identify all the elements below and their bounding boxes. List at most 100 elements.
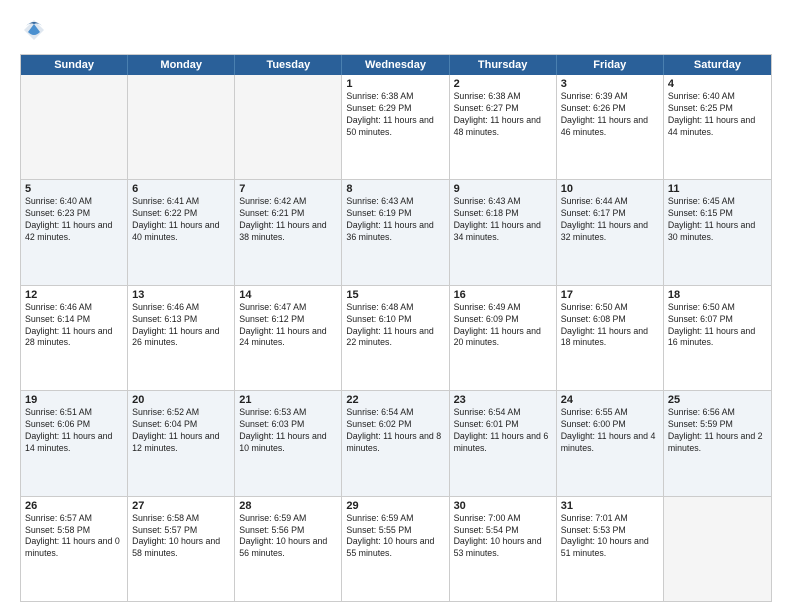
cell-info: Sunrise: 6:55 AM Sunset: 6:00 PM Dayligh… — [561, 407, 659, 455]
cell-info: Sunrise: 6:44 AM Sunset: 6:17 PM Dayligh… — [561, 196, 659, 244]
calendar-cell-28: 28Sunrise: 6:59 AM Sunset: 5:56 PM Dayli… — [235, 497, 342, 601]
calendar-row-0: 1Sunrise: 6:38 AM Sunset: 6:29 PM Daylig… — [21, 75, 771, 180]
header-day-friday: Friday — [557, 55, 664, 75]
day-number: 13 — [132, 289, 230, 301]
day-number: 12 — [25, 289, 123, 301]
calendar-cell-16: 16Sunrise: 6:49 AM Sunset: 6:09 PM Dayli… — [450, 286, 557, 390]
calendar-cell-23: 23Sunrise: 6:54 AM Sunset: 6:01 PM Dayli… — [450, 391, 557, 495]
day-number: 2 — [454, 78, 552, 90]
cell-info: Sunrise: 6:41 AM Sunset: 6:22 PM Dayligh… — [132, 196, 230, 244]
calendar-cell-25: 25Sunrise: 6:56 AM Sunset: 5:59 PM Dayli… — [664, 391, 771, 495]
calendar-cell-31: 31Sunrise: 7:01 AM Sunset: 5:53 PM Dayli… — [557, 497, 664, 601]
calendar-cell-14: 14Sunrise: 6:47 AM Sunset: 6:12 PM Dayli… — [235, 286, 342, 390]
day-number: 19 — [25, 394, 123, 406]
calendar-cell-9: 9Sunrise: 6:43 AM Sunset: 6:18 PM Daylig… — [450, 180, 557, 284]
calendar-cell-6: 6Sunrise: 6:41 AM Sunset: 6:22 PM Daylig… — [128, 180, 235, 284]
day-number: 7 — [239, 183, 337, 195]
calendar-cell-15: 15Sunrise: 6:48 AM Sunset: 6:10 PM Dayli… — [342, 286, 449, 390]
day-number: 8 — [346, 183, 444, 195]
cell-info: Sunrise: 6:51 AM Sunset: 6:06 PM Dayligh… — [25, 407, 123, 455]
calendar-header: SundayMondayTuesdayWednesdayThursdayFrid… — [21, 55, 771, 75]
cell-info: Sunrise: 6:42 AM Sunset: 6:21 PM Dayligh… — [239, 196, 337, 244]
day-number: 30 — [454, 500, 552, 512]
calendar-cell-empty-0-2 — [235, 75, 342, 179]
calendar-body: 1Sunrise: 6:38 AM Sunset: 6:29 PM Daylig… — [21, 75, 771, 601]
day-number: 23 — [454, 394, 552, 406]
calendar-cell-29: 29Sunrise: 6:59 AM Sunset: 5:55 PM Dayli… — [342, 497, 449, 601]
cell-info: Sunrise: 6:50 AM Sunset: 6:08 PM Dayligh… — [561, 302, 659, 350]
cell-info: Sunrise: 6:38 AM Sunset: 6:29 PM Dayligh… — [346, 91, 444, 139]
logo — [20, 16, 52, 44]
calendar-cell-13: 13Sunrise: 6:46 AM Sunset: 6:13 PM Dayli… — [128, 286, 235, 390]
calendar-cell-21: 21Sunrise: 6:53 AM Sunset: 6:03 PM Dayli… — [235, 391, 342, 495]
calendar-cell-empty-0-0 — [21, 75, 128, 179]
cell-info: Sunrise: 6:43 AM Sunset: 6:19 PM Dayligh… — [346, 196, 444, 244]
calendar-cell-empty-4-6 — [664, 497, 771, 601]
header-day-wednesday: Wednesday — [342, 55, 449, 75]
header-day-sunday: Sunday — [21, 55, 128, 75]
day-number: 26 — [25, 500, 123, 512]
calendar-row-4: 26Sunrise: 6:57 AM Sunset: 5:58 PM Dayli… — [21, 497, 771, 601]
calendar-row-1: 5Sunrise: 6:40 AM Sunset: 6:23 PM Daylig… — [21, 180, 771, 285]
day-number: 18 — [668, 289, 767, 301]
cell-info: Sunrise: 6:40 AM Sunset: 6:25 PM Dayligh… — [668, 91, 767, 139]
cell-info: Sunrise: 6:54 AM Sunset: 6:01 PM Dayligh… — [454, 407, 552, 455]
page-header — [20, 16, 772, 44]
day-number: 25 — [668, 394, 767, 406]
day-number: 28 — [239, 500, 337, 512]
day-number: 17 — [561, 289, 659, 301]
cell-info: Sunrise: 6:46 AM Sunset: 6:14 PM Dayligh… — [25, 302, 123, 350]
day-number: 4 — [668, 78, 767, 90]
calendar-cell-5: 5Sunrise: 6:40 AM Sunset: 6:23 PM Daylig… — [21, 180, 128, 284]
day-number: 1 — [346, 78, 444, 90]
header-day-thursday: Thursday — [450, 55, 557, 75]
calendar-cell-4: 4Sunrise: 6:40 AM Sunset: 6:25 PM Daylig… — [664, 75, 771, 179]
day-number: 24 — [561, 394, 659, 406]
calendar-cell-2: 2Sunrise: 6:38 AM Sunset: 6:27 PM Daylig… — [450, 75, 557, 179]
calendar-cell-empty-0-1 — [128, 75, 235, 179]
day-number: 21 — [239, 394, 337, 406]
cell-info: Sunrise: 6:43 AM Sunset: 6:18 PM Dayligh… — [454, 196, 552, 244]
calendar-cell-1: 1Sunrise: 6:38 AM Sunset: 6:29 PM Daylig… — [342, 75, 449, 179]
calendar-cell-7: 7Sunrise: 6:42 AM Sunset: 6:21 PM Daylig… — [235, 180, 342, 284]
cell-info: Sunrise: 6:52 AM Sunset: 6:04 PM Dayligh… — [132, 407, 230, 455]
calendar-cell-8: 8Sunrise: 6:43 AM Sunset: 6:19 PM Daylig… — [342, 180, 449, 284]
day-number: 3 — [561, 78, 659, 90]
cell-info: Sunrise: 6:38 AM Sunset: 6:27 PM Dayligh… — [454, 91, 552, 139]
day-number: 6 — [132, 183, 230, 195]
calendar: SundayMondayTuesdayWednesdayThursdayFrid… — [20, 54, 772, 602]
cell-info: Sunrise: 6:48 AM Sunset: 6:10 PM Dayligh… — [346, 302, 444, 350]
cell-info: Sunrise: 6:59 AM Sunset: 5:55 PM Dayligh… — [346, 513, 444, 561]
calendar-cell-27: 27Sunrise: 6:58 AM Sunset: 5:57 PM Dayli… — [128, 497, 235, 601]
calendar-cell-19: 19Sunrise: 6:51 AM Sunset: 6:06 PM Dayli… — [21, 391, 128, 495]
header-day-monday: Monday — [128, 55, 235, 75]
day-number: 16 — [454, 289, 552, 301]
cell-info: Sunrise: 6:54 AM Sunset: 6:02 PM Dayligh… — [346, 407, 444, 455]
cell-info: Sunrise: 6:46 AM Sunset: 6:13 PM Dayligh… — [132, 302, 230, 350]
calendar-cell-24: 24Sunrise: 6:55 AM Sunset: 6:00 PM Dayli… — [557, 391, 664, 495]
calendar-cell-26: 26Sunrise: 6:57 AM Sunset: 5:58 PM Dayli… — [21, 497, 128, 601]
cell-info: Sunrise: 6:39 AM Sunset: 6:26 PM Dayligh… — [561, 91, 659, 139]
day-number: 5 — [25, 183, 123, 195]
day-number: 22 — [346, 394, 444, 406]
day-number: 10 — [561, 183, 659, 195]
calendar-cell-3: 3Sunrise: 6:39 AM Sunset: 6:26 PM Daylig… — [557, 75, 664, 179]
cell-info: Sunrise: 6:45 AM Sunset: 6:15 PM Dayligh… — [668, 196, 767, 244]
logo-icon — [20, 16, 48, 44]
calendar-cell-20: 20Sunrise: 6:52 AM Sunset: 6:04 PM Dayli… — [128, 391, 235, 495]
day-number: 15 — [346, 289, 444, 301]
cell-info: Sunrise: 7:01 AM Sunset: 5:53 PM Dayligh… — [561, 513, 659, 561]
day-number: 11 — [668, 183, 767, 195]
calendar-cell-12: 12Sunrise: 6:46 AM Sunset: 6:14 PM Dayli… — [21, 286, 128, 390]
cell-info: Sunrise: 6:40 AM Sunset: 6:23 PM Dayligh… — [25, 196, 123, 244]
calendar-cell-22: 22Sunrise: 6:54 AM Sunset: 6:02 PM Dayli… — [342, 391, 449, 495]
header-day-saturday: Saturday — [664, 55, 771, 75]
day-number: 9 — [454, 183, 552, 195]
calendar-row-2: 12Sunrise: 6:46 AM Sunset: 6:14 PM Dayli… — [21, 286, 771, 391]
calendar-cell-10: 10Sunrise: 6:44 AM Sunset: 6:17 PM Dayli… — [557, 180, 664, 284]
calendar-cell-17: 17Sunrise: 6:50 AM Sunset: 6:08 PM Dayli… — [557, 286, 664, 390]
day-number: 20 — [132, 394, 230, 406]
day-number: 27 — [132, 500, 230, 512]
calendar-cell-11: 11Sunrise: 6:45 AM Sunset: 6:15 PM Dayli… — [664, 180, 771, 284]
cell-info: Sunrise: 6:53 AM Sunset: 6:03 PM Dayligh… — [239, 407, 337, 455]
